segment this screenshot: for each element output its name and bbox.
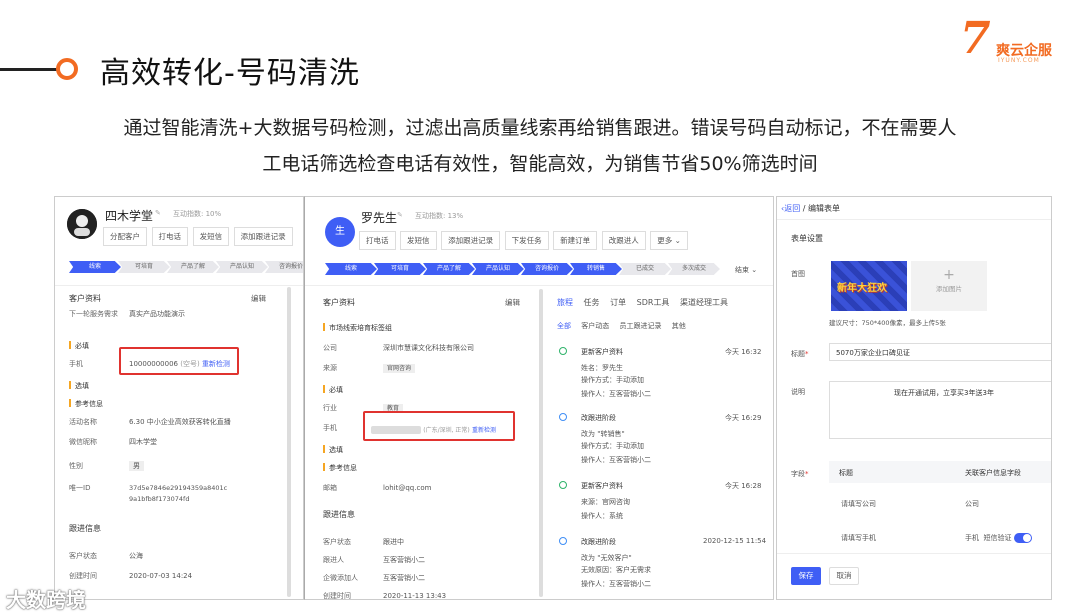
- change-owner-button[interactable]: 改跟进人: [601, 231, 646, 250]
- action-bar: 打电话 发短信 添加跟进记录 下发任务 新建订单 改跟进人 更多 ⌄: [359, 231, 690, 250]
- sms-button[interactable]: 发短信: [400, 231, 437, 250]
- field-row-title: 请填写手机: [841, 534, 876, 542]
- edit-button[interactable]: 编辑: [251, 293, 266, 304]
- subtab-all[interactable]: 全部: [557, 322, 571, 330]
- more-button[interactable]: 更多 ⌄: [650, 231, 688, 250]
- slide-title: 高效转化-号码清洗: [100, 56, 360, 91]
- customer-name: 四木学堂: [105, 209, 154, 223]
- avatar: [67, 209, 97, 239]
- tab-channel[interactable]: 渠道经理工具: [680, 298, 728, 307]
- customer-name: 罗先生: [361, 211, 398, 225]
- timeline-title: 更新客户资料: [581, 348, 623, 356]
- call-button[interactable]: 打电话: [359, 231, 396, 250]
- subtab-other[interactable]: 其他: [672, 322, 686, 330]
- cover-image[interactable]: 新年大狂欢: [831, 261, 907, 311]
- breadcrumb: ‹返回 / 编辑表单: [781, 204, 840, 213]
- timeline-title: 更新客户资料: [581, 482, 623, 490]
- assign-button[interactable]: 分配客户: [103, 227, 147, 246]
- sms-button[interactable]: 发短信: [192, 227, 230, 246]
- stage-step[interactable]: 多次成交: [668, 263, 720, 275]
- edit-name-icon[interactable]: ✎: [155, 209, 161, 217]
- stage-step[interactable]: 咨询报价: [265, 261, 303, 273]
- stage-steps: 线索 可培育 产品了解 产品认知 咨询报价: [69, 261, 303, 273]
- watermark: 大数跨境: [6, 588, 86, 612]
- customer-panel-2: 生 罗先生 ✎ 互动指数: 13% 打电话 发短信 添加跟进记录 下发任务 新建…: [304, 196, 774, 600]
- stage-step[interactable]: 转销售: [570, 263, 622, 275]
- task-button[interactable]: 下发任务: [504, 231, 549, 250]
- subtab-dynamic[interactable]: 客户动态: [581, 322, 609, 330]
- action-bar: 分配客户 打电话 发短信 添加跟进记录: [103, 227, 295, 246]
- add-follow-button[interactable]: 添加跟进记录: [441, 231, 501, 250]
- tab-bar: 旅程 任务 订单 SDR工具 渠道经理工具: [557, 297, 728, 308]
- stage-step[interactable]: 线索: [325, 263, 377, 275]
- slide: 高效转化-号码清洗 7 爽云企服 IYUNY.COM 通过智能清洗+大数据号码检…: [0, 0, 1080, 615]
- title-line: [0, 68, 58, 71]
- settings-title: 表单设置: [791, 234, 823, 243]
- tab-orders[interactable]: 订单: [610, 298, 626, 307]
- timeline-dot-icon: [559, 347, 567, 355]
- timeline-dot-icon: [559, 537, 567, 545]
- back-link[interactable]: ‹返回: [781, 204, 800, 213]
- description-textarea[interactable]: 现在开通试用，立享买3年送3年: [829, 381, 1051, 439]
- field-row-map: 手机 短信验证: [965, 533, 1032, 543]
- timeline-dot-icon: [559, 481, 567, 489]
- highlight-box: [363, 411, 515, 441]
- headline-input[interactable]: 5070万家企业口碑见证: [829, 343, 1051, 361]
- timeline-title: 改跟进阶段: [581, 414, 616, 422]
- section-title: 客户资料: [69, 294, 101, 303]
- tab-journey[interactable]: 旅程: [557, 298, 573, 307]
- cancel-button[interactable]: 取消: [829, 567, 859, 585]
- interaction-score: 互动指数: 13%: [415, 212, 464, 220]
- form-editor-panel: ‹返回 / 编辑表单 表单设置 首图 新年大狂欢 + 添加图片 建议尺寸：750…: [776, 196, 1052, 600]
- field-row-title: 请填写公司: [841, 500, 876, 508]
- add-follow-button[interactable]: 添加跟进记录: [233, 227, 293, 246]
- follow-section-title: 跟进信息: [69, 524, 101, 533]
- follow-section-title: 跟进信息: [323, 510, 355, 519]
- call-button[interactable]: 打电话: [151, 227, 189, 246]
- tab-sdr[interactable]: SDR工具: [637, 298, 670, 307]
- stage-step[interactable]: 咨询报价: [521, 263, 573, 275]
- stage-step[interactable]: 可培育: [118, 261, 170, 273]
- customer-panel-1: 四木学堂 ✎ 互动指数: 10% 分配客户 打电话 发短信 添加跟进记录 线索 …: [54, 196, 304, 600]
- edit-name-icon[interactable]: ✎: [397, 211, 403, 219]
- save-button[interactable]: 保存: [791, 567, 821, 585]
- add-image-button[interactable]: + 添加图片: [911, 261, 987, 311]
- highlight-box: [119, 347, 239, 375]
- subtab-records[interactable]: 员工跟进记录: [619, 322, 661, 330]
- title-bullet-icon: [56, 58, 78, 80]
- stage-step[interactable]: 产品了解: [167, 261, 219, 273]
- timeline-title: 改跟进阶段: [581, 538, 616, 546]
- fields-table-header: 标题 关联客户信息字段: [829, 461, 1051, 483]
- interaction-score: 互动指数: 10%: [173, 210, 222, 218]
- new-order-button[interactable]: 新建订单: [553, 231, 598, 250]
- stage-step[interactable]: 产品认知: [216, 261, 268, 273]
- stage-step[interactable]: 可培育: [374, 263, 426, 275]
- avatar: 生: [325, 217, 355, 247]
- scrollbar[interactable]: [287, 287, 291, 597]
- brand-logo: 7 爽云企服 IYUNY.COM: [960, 13, 1052, 65]
- sms-verify-toggle[interactable]: [1013, 533, 1032, 543]
- stage-step[interactable]: 产品了解: [423, 263, 475, 275]
- field-row-map: 公司: [965, 500, 979, 508]
- scrollbar[interactable]: [539, 289, 543, 597]
- tab-tasks[interactable]: 任务: [584, 298, 600, 307]
- stage-step[interactable]: 产品认知: [472, 263, 524, 275]
- section-title: 客户资料: [323, 298, 355, 307]
- stage-step[interactable]: 已成交: [619, 263, 671, 275]
- timeline-dot-icon: [559, 413, 567, 421]
- stage-step[interactable]: 线索: [69, 261, 121, 273]
- edit-button[interactable]: 编辑: [505, 297, 520, 308]
- plus-icon: +: [943, 267, 955, 283]
- chevron-down-icon: ⌄: [751, 266, 758, 274]
- end-dropdown[interactable]: 结束 ⌄: [735, 265, 757, 275]
- chevron-down-icon: ⌄: [674, 236, 681, 245]
- stage-steps: 线索 可培育 产品了解 产品认知 咨询报价 转销售 已成交 多次成交: [325, 263, 720, 275]
- slide-subtitle: 通过智能清洗+大数据号码检测，过滤出高质量线索再给销售跟进。错误号码自动标记，不…: [123, 117, 957, 175]
- subtab-bar: 全部 客户动态 员工跟进记录 其他: [557, 321, 686, 331]
